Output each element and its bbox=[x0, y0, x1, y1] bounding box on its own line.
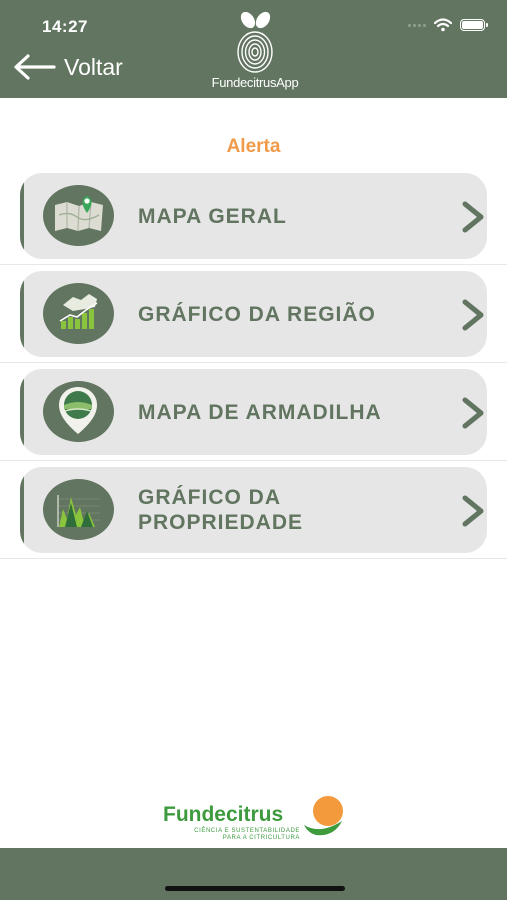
icon-badge bbox=[43, 381, 114, 442]
menu-item-grafico-da-regiao[interactable]: GRÁFICO DA REGIÃO bbox=[20, 271, 487, 357]
chevron-right-icon bbox=[462, 495, 484, 527]
card-accent bbox=[20, 173, 24, 259]
home-indicator[interactable] bbox=[165, 886, 345, 891]
menu-item-label: GRÁFICO DA REGIÃO bbox=[138, 302, 376, 326]
status-icons bbox=[408, 18, 488, 32]
chevron-right-icon bbox=[462, 201, 484, 233]
chevron-right-icon bbox=[462, 299, 484, 331]
menu-item-mapa-geral[interactable]: MAPA GERAL bbox=[20, 173, 487, 259]
menu-row: GRÁFICO DA REGIÃO bbox=[0, 265, 507, 363]
property-chart-icon bbox=[57, 495, 100, 527]
icon-badge bbox=[43, 479, 114, 540]
menu-item-label: MAPA GERAL bbox=[138, 204, 287, 228]
status-time: 14:27 bbox=[42, 17, 88, 36]
menu-item-label: GRÁFICO DA PROPRIEDADE bbox=[138, 486, 304, 534]
icon-badge bbox=[43, 185, 114, 246]
orange-fruit-logo-icon bbox=[304, 796, 343, 836]
region-chart-icon bbox=[59, 294, 98, 329]
footer-brand: Fundecitrus bbox=[163, 803, 284, 826]
footer-tagline-line2: PARA A CITRICULTURA bbox=[222, 835, 300, 841]
menu-row: MAPA DE ARMADILHA bbox=[0, 363, 507, 461]
trap-map-icon bbox=[59, 387, 97, 434]
cellular-signal-icon bbox=[408, 23, 426, 27]
menu-item-grafico-da-propriedade[interactable]: GRÁFICO DA PROPRIEDADE bbox=[20, 467, 487, 553]
card-accent bbox=[20, 271, 24, 357]
footer-logo: Fundecitrus CIÊNCIA E SUSTENTABILIDADE P… bbox=[160, 795, 350, 843]
menu-item-mapa-de-armadilha[interactable]: MAPA DE ARMADILHA bbox=[20, 369, 487, 455]
app-header: 14:27 Voltar FundecitrusApp bbox=[0, 0, 507, 98]
chevron-right-icon bbox=[462, 397, 484, 429]
battery-icon bbox=[460, 19, 488, 31]
menu-item-label: MAPA DE ARMADILHA bbox=[138, 400, 382, 424]
map-pin-icon bbox=[55, 196, 103, 232]
icon-badge bbox=[43, 283, 114, 344]
back-arrow-icon bbox=[14, 54, 56, 80]
app-name: FundecitrusApp bbox=[211, 75, 299, 90]
fingerprint-logo-icon bbox=[237, 11, 273, 73]
back-label: Voltar bbox=[64, 53, 123, 80]
menu-row: MAPA GERAL bbox=[0, 167, 507, 265]
back-button[interactable]: Voltar bbox=[12, 52, 123, 82]
menu-row: GRÁFICO DA PROPRIEDADE bbox=[0, 461, 507, 559]
wifi-icon bbox=[434, 18, 452, 32]
section-title: Alerta bbox=[226, 136, 281, 157]
app-logo: FundecitrusApp bbox=[200, 6, 310, 94]
card-accent bbox=[20, 369, 24, 455]
footer-tagline-line1: CIÊNCIA E SUSTENTABILIDADE bbox=[194, 828, 300, 834]
card-accent bbox=[20, 467, 24, 553]
footer-tagline: CIÊNCIA E SUSTENTABILIDADE PARA A CITRIC… bbox=[192, 828, 300, 842]
bottom-bar bbox=[0, 848, 507, 900]
